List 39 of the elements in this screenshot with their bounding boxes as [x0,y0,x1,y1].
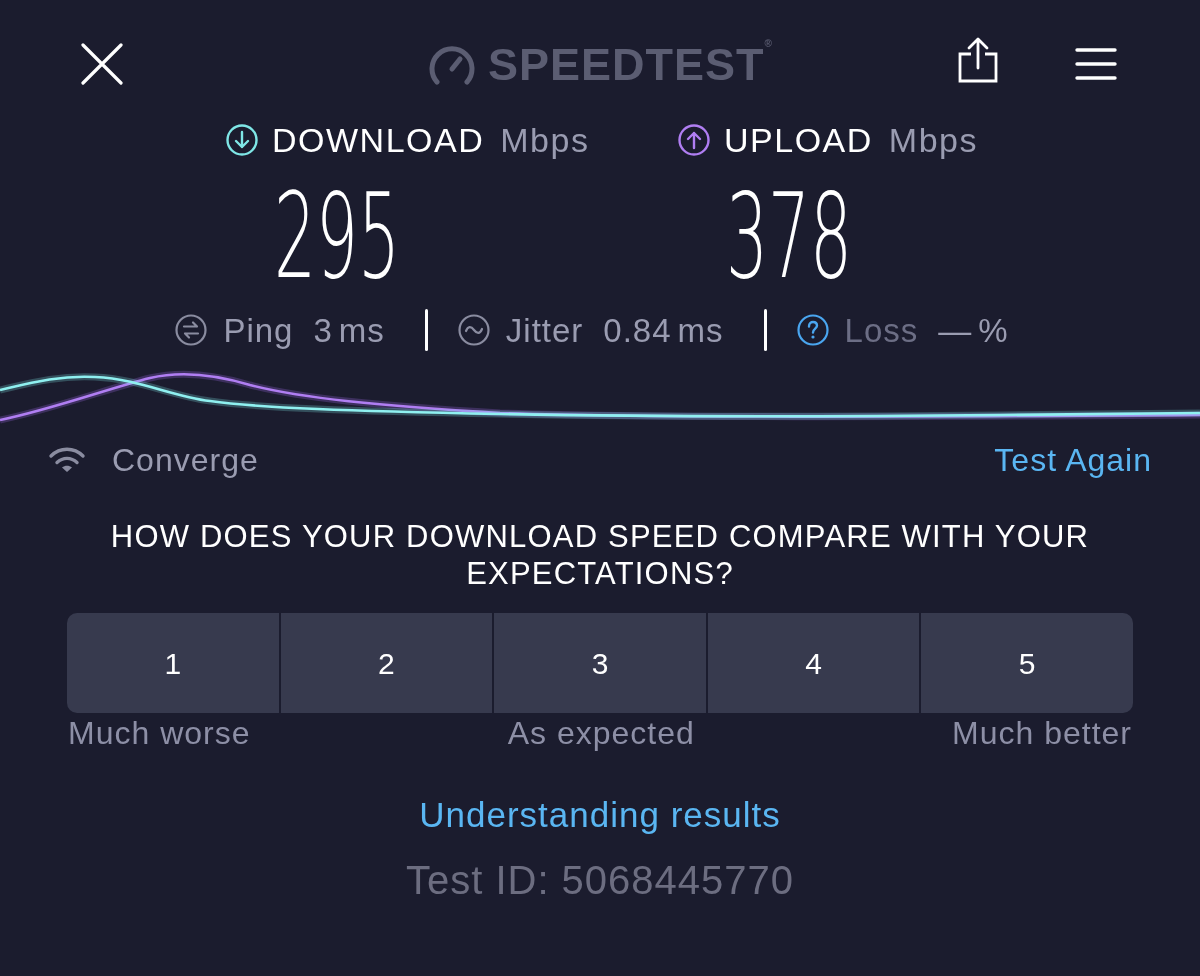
stat-label: Jitter [505,313,584,347]
rating-button[interactable]: 1 [67,613,279,713]
stat-label: Loss [844,313,919,347]
result-label: DOWNLOAD [272,122,485,158]
stat-label: Ping [223,313,294,347]
close-button[interactable] [80,42,124,86]
speedtest-logo-text: SPEEDTEST$^{®}$ [488,41,773,87]
scale-label: Much better [952,717,1132,749]
menu-icon [1075,47,1117,81]
rating-button[interactable]: 2 [280,613,493,713]
test-id: Test ID: 5068445770 [405,860,795,900]
rating-button[interactable]: 4 [707,613,920,713]
stat-unit: ms [677,313,724,347]
stat-value: — [938,313,973,347]
result-label: UPLOAD [724,122,873,158]
stat-value: 3 [313,313,333,347]
ping-arrows-icon [175,314,208,346]
gauge-icon [428,43,476,85]
stat-value: 0.84 [603,313,672,347]
share-button[interactable] [956,36,1000,84]
wifi-icon [48,446,86,474]
test-again-link[interactable]: Test Again [994,444,1152,476]
share-icon [958,37,998,83]
wave-icon [457,314,490,346]
stat-unit: ms [338,313,385,347]
speed-value: 295 [274,186,401,286]
survey-question: HOW DOES YOUR DOWNLOAD SPEED COMPARE WITH YOUR EXPECTATIONS? [109,518,1091,592]
help-icon[interactable] [796,314,829,346]
understanding-results-link[interactable]: Understanding results [419,797,781,832]
rating-button[interactable]: 3 [494,613,706,713]
close-icon [81,43,123,85]
scale-label: Much worse [68,717,251,749]
speed-value: 378 [726,186,853,286]
stat-unit: % [978,313,1009,347]
rating-button[interactable]: 5 [921,613,1133,713]
unit-label: Mbps [888,122,978,158]
scale-label: As expected [507,717,695,749]
unit-label: Mbps [500,122,590,158]
network-name: Converge [112,444,259,476]
